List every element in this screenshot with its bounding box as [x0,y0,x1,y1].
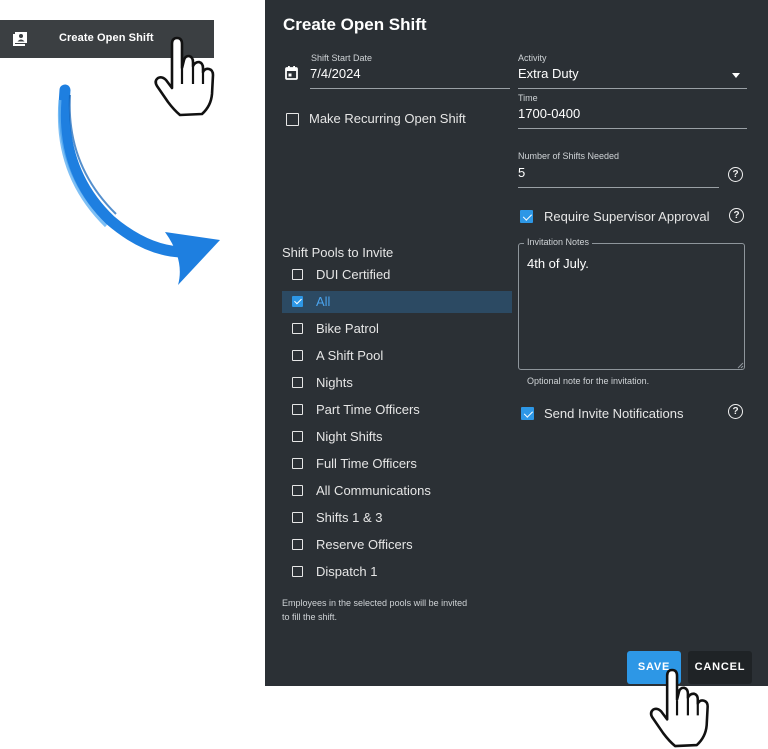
activity-label: Activity [518,53,547,63]
pool-item[interactable]: DUI Certified [282,264,512,286]
resize-handle-icon[interactable] [737,362,744,369]
pool-label: Nights [316,375,353,390]
calendar-icon[interactable] [285,66,298,85]
activity-underline [518,88,747,89]
pool-label: All Communications [316,483,431,498]
shift-start-date-underline [310,88,510,89]
dialog-title: Create Open Shift [283,15,427,34]
pool-item[interactable]: All [282,291,512,313]
require-approval-checkbox[interactable] [520,210,533,223]
pool-label: DUI Certified [316,267,391,282]
send-notifications-label: Send Invite Notifications [544,406,684,421]
time-underline [518,128,747,129]
help-icon[interactable]: ? [728,404,743,419]
pool-checkbox[interactable] [292,431,303,442]
hand-cursor-icon [649,668,709,748]
invitation-notes-value: 4th of July. [527,256,589,271]
time-label: Time [518,93,538,103]
send-notifications-checkbox[interactable] [521,407,534,420]
pool-item[interactable]: Night Shifts [282,426,512,448]
pool-checkbox[interactable] [292,566,303,577]
pool-label: Part Time Officers [316,402,420,417]
pool-checkbox[interactable] [292,485,303,496]
pool-label: Shifts 1 & 3 [316,510,383,525]
require-approval-label: Require Supervisor Approval [544,209,710,224]
pool-checkbox[interactable] [292,458,303,469]
pool-item[interactable]: Full Time Officers [282,453,512,475]
pool-checkbox[interactable] [292,350,303,361]
pool-item[interactable]: All Communications [282,480,512,502]
help-icon[interactable]: ? [728,167,743,182]
person-plus-icon [12,31,28,50]
shift-pools-heading: Shift Pools to Invite [282,245,394,260]
pool-label: All [316,294,331,309]
shifts-needed-underline [518,187,719,188]
pool-checkbox[interactable] [292,539,303,550]
pool-item[interactable]: Dispatch 1 [282,561,512,583]
pool-item[interactable]: Reserve Officers [282,534,512,556]
activity-select[interactable]: Extra Duty [518,66,579,81]
pool-label: Reserve Officers [316,537,413,552]
pool-label: Full Time Officers [316,456,417,471]
pool-checkbox[interactable] [292,404,303,415]
curved-arrow-icon [57,84,220,285]
pool-item[interactable]: Bike Patrol [282,318,512,340]
create-open-shift-dialog: Create Open Shift Shift Start Date 7/4/2… [265,0,768,686]
pool-label: Dispatch 1 [316,564,378,579]
recurring-checkbox[interactable] [286,113,299,126]
pools-help-line1: Employees in the selected pools will be … [282,598,468,608]
time-input[interactable]: 1700-0400 [518,106,580,121]
pool-checkbox[interactable] [292,269,303,280]
pool-item[interactable]: A Shift Pool [282,345,512,367]
pool-item[interactable]: Shifts 1 & 3 [282,507,512,529]
pool-checkbox[interactable] [292,323,303,334]
shift-start-date-input[interactable]: 7/4/2024 [310,66,361,81]
pool-label: Night Shifts [316,429,383,444]
pool-label: Bike Patrol [316,321,379,336]
pools-help-line2: to fill the shift. [282,612,338,622]
menu-item-label: Create Open Shift [59,32,154,44]
pool-item[interactable]: Nights [282,372,512,394]
shift-start-date-label: Shift Start Date [311,53,373,63]
dropdown-arrow-icon[interactable] [732,73,740,78]
pool-item[interactable]: Part Time Officers [282,399,512,421]
pool-checkbox[interactable] [292,296,303,307]
help-icon[interactable]: ? [729,208,744,223]
recurring-label: Make Recurring Open Shift [309,111,466,126]
invitation-notes-help: Optional note for the invitation. [527,376,650,386]
pool-checkbox[interactable] [292,512,303,523]
pool-label: A Shift Pool [316,348,384,363]
shifts-needed-input[interactable]: 5 [518,165,525,180]
invitation-notes-label: Invitation Notes [524,237,593,247]
shifts-needed-label: Number of Shifts Needed [518,151,620,161]
pool-checkbox[interactable] [292,377,303,388]
